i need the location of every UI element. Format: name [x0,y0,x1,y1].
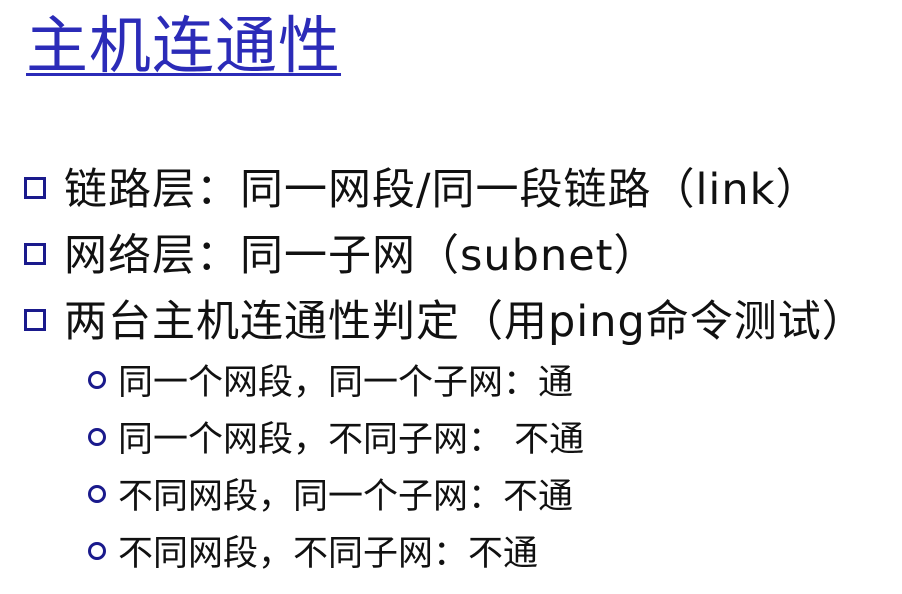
sub-bullet-text: 不同网段，不同子网：不通 [118,534,539,574]
square-bullet-icon [24,177,46,199]
bullet-list: 链路层：同一网段/同一段链路（link） 网络层：同一子网（subnet） 两台… [24,153,894,579]
circle-bullet-icon [88,370,106,389]
circle-bullet-icon [88,541,106,560]
bullet-text: 网络层：同一子网（subnet） [64,231,658,281]
sub-bullet-item: 不同网段，同一个子网：不通 [88,465,894,522]
bullet-item: 链路层：同一网段/同一段链路（link） [24,153,894,219]
bullet-text: 链路层：同一网段/同一段链路（link） [64,165,820,215]
slide-title: 主机连通性 [26,9,342,82]
sub-bullet-text: 同一个网段，同一个子网：通 [118,363,574,403]
slide: 主机连通性 链路层：同一网段/同一段链路（link） 网络层：同一子网（subn… [0,0,902,594]
sub-bullet-item: 同一个网段，同一个子网：通 [88,351,894,408]
sub-bullet-item: 同一个网段，不同子网： 不通 [88,408,894,465]
sub-bullet-text: 同一个网段，不同子网： 不通 [118,420,585,460]
bullet-item: 网络层：同一子网（subnet） [24,219,894,285]
bullet-item: 两台主机连通性判定（用ping命令测试） [24,285,894,351]
circle-bullet-icon [88,427,106,446]
circle-bullet-icon [88,484,106,503]
square-bullet-icon [24,309,46,331]
sub-bullet-text: 不同网段，同一个子网：不通 [118,477,574,517]
sub-bullet-item: 不同网段，不同子网：不通 [88,522,894,579]
bullet-text: 两台主机连通性判定（用ping命令测试） [64,297,866,347]
square-bullet-icon [24,243,46,265]
sub-bullet-list: 同一个网段，同一个子网：通 同一个网段，不同子网： 不通 不同网段，同一个子网：… [88,351,894,579]
